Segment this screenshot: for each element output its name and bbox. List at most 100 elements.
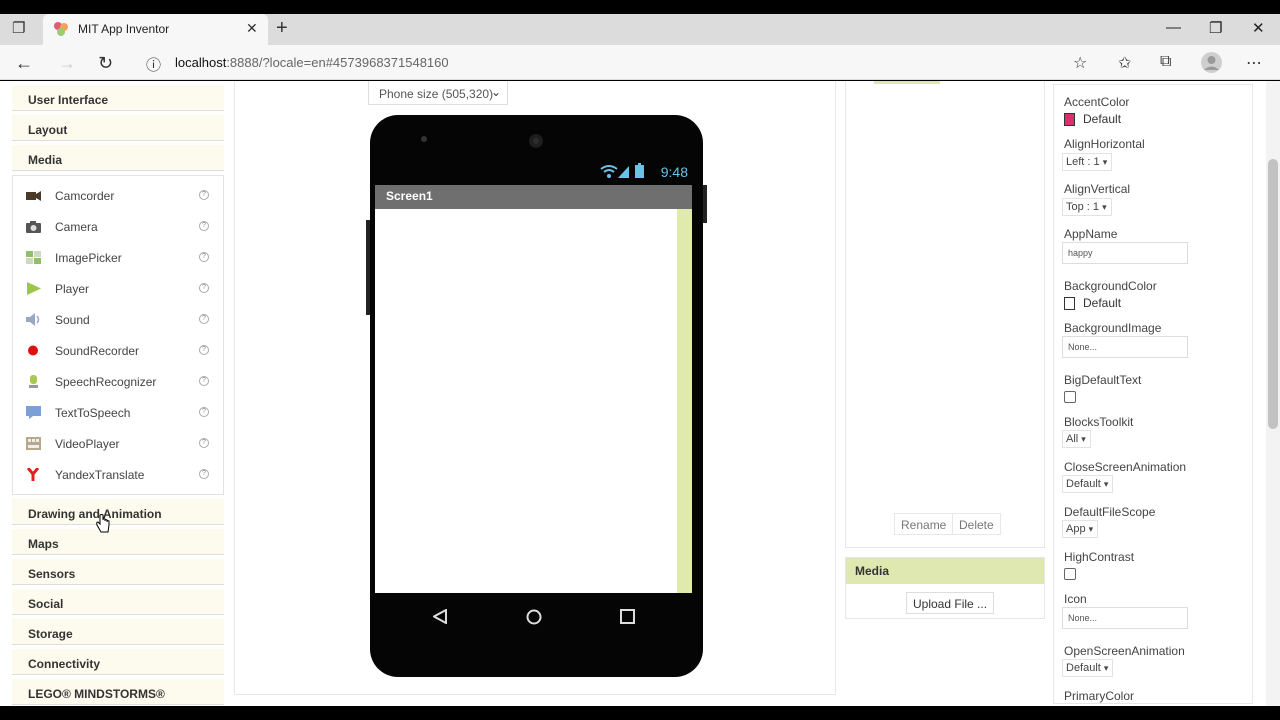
palette-category-social[interactable]: Social <box>12 589 224 615</box>
prop-primarycolor-label: PrimaryColor <box>1064 689 1135 703</box>
help-icon[interactable]: ? <box>199 438 209 448</box>
palette-item-soundrecorder[interactable]: SoundRecorder ? <box>13 335 223 366</box>
palette-item-yandextranslate[interactable]: YandexTranslate ? <box>13 459 223 490</box>
prop-accentcolor-value[interactable]: Default <box>1064 112 1121 127</box>
favorites-icon[interactable]: ✩ <box>1118 53 1131 73</box>
palette-category-storage[interactable]: Storage <box>12 619 224 645</box>
palette-item-imagepicker[interactable]: ImagePicker ? <box>13 242 223 273</box>
window-close-button[interactable]: ✕ <box>1252 19 1265 37</box>
prop-defaultfilescope-value: App <box>1066 523 1086 535</box>
palette-category-media[interactable]: Media <box>12 145 224 171</box>
player-icon <box>27 282 41 295</box>
back-arrow-icon[interactable]: ← <box>15 53 33 74</box>
prop-backgroundcolor-value[interactable]: Default <box>1064 296 1122 311</box>
prop-alignhorizontal-value: Left : 1 <box>1066 156 1100 168</box>
delete-button[interactable]: Delete <box>952 513 1001 535</box>
palette-item-texttospeech[interactable]: TextToSpeech ? <box>13 397 223 428</box>
prop-bigdefaulttext-checkbox[interactable] <box>1064 391 1076 403</box>
recents-square-icon <box>620 609 635 624</box>
prop-icon-input[interactable]: None... <box>1062 607 1188 629</box>
phone-nav-bar <box>375 593 692 639</box>
upload-file-button[interactable]: Upload File ... <box>906 592 995 614</box>
prop-alignvertical-select[interactable]: Top : 1 ▾ <box>1062 198 1112 216</box>
help-icon[interactable]: ? <box>199 314 209 324</box>
url-host: localhost <box>175 55 227 70</box>
components-tree-highlight <box>874 81 940 84</box>
palette-category-drawing-and-animation[interactable]: Drawing and Animation <box>12 499 224 525</box>
palette-category-lego-mindstorms[interactable]: LEGO® MINDSTORMS® <box>12 679 224 705</box>
phone-size-select[interactable]: Phone size (505,320) ⌄ <box>368 81 508 105</box>
dropdown-arrow-icon: ▾ <box>1081 434 1086 444</box>
url-path: :8888/?locale=en#4573968371548160 <box>226 55 449 70</box>
profile-avatar-icon[interactable] <box>1201 52 1222 73</box>
help-icon[interactable]: ? <box>199 345 209 355</box>
maximize-button[interactable]: ❐ <box>1209 19 1222 37</box>
tab-close-icon[interactable]: ✕ <box>246 20 258 37</box>
minimize-button[interactable]: — <box>1166 19 1181 36</box>
help-icon[interactable]: ? <box>199 283 209 293</box>
help-icon[interactable]: ? <box>199 252 209 262</box>
palette-item-speechrecognizer[interactable]: SpeechRecognizer ? <box>13 366 223 397</box>
help-icon[interactable]: ? <box>199 407 209 417</box>
url-field[interactable]: localhost:8888/?locale=en#45739683715481… <box>175 55 449 70</box>
prop-backgroundimage-input[interactable]: None... <box>1062 336 1188 358</box>
more-options-icon[interactable]: ⋯ <box>1246 53 1262 73</box>
viewer-panel: Phone size (505,320) ⌄ 9:48 Screen1 <box>234 81 836 695</box>
prop-blockstoolkit-value: All <box>1066 433 1079 445</box>
prop-highcontrast-checkbox[interactable] <box>1064 568 1076 580</box>
tab-actions-icon[interactable]: ❐ <box>12 19 25 37</box>
palette-category-user-interface[interactable]: User Interface <box>12 85 224 111</box>
palette-item-label: Player <box>55 282 90 296</box>
prop-closescreenanimation-select[interactable]: Default ▾ <box>1062 475 1114 493</box>
phone-side-button <box>703 185 707 223</box>
help-icon[interactable]: ? <box>199 376 209 386</box>
prop-appname-input[interactable]: happy <box>1062 242 1188 264</box>
palette-item-player[interactable]: Player ? <box>13 273 223 304</box>
prop-appname-label: AppName <box>1064 227 1118 241</box>
help-icon[interactable]: ? <box>199 221 209 231</box>
palette-item-label: VideoPlayer <box>55 437 120 451</box>
prop-defaultfilescope-select[interactable]: App ▾ <box>1062 520 1099 538</box>
page-scrollbar-thumb[interactable] <box>1268 159 1278 429</box>
favorite-add-icon[interactable]: ☆ <box>1073 53 1087 73</box>
back-triangle-icon <box>433 609 447 624</box>
prop-alignhorizontal-select[interactable]: Left : 1 ▾ <box>1062 153 1113 171</box>
page-scrollbar[interactable] <box>1266 81 1280 706</box>
help-icon[interactable]: ? <box>199 190 209 200</box>
info-icon[interactable]: ⓘ <box>146 54 161 75</box>
browser-tab-bar: ❐ MIT App Inventor ✕ + — ❐ ✕ <box>0 14 1280 45</box>
help-icon[interactable]: ? <box>199 469 209 479</box>
home-circle-icon <box>526 609 542 625</box>
browser-tab[interactable]: MIT App Inventor ✕ <box>43 14 268 45</box>
prop-blockstoolkit-select[interactable]: All ▾ <box>1062 430 1091 448</box>
phone-camera-icon <box>529 134 543 148</box>
battery-icon <box>635 163 644 178</box>
palette-category-layout[interactable]: Layout <box>12 115 224 141</box>
palette-item-sound[interactable]: Sound ? <box>13 304 223 335</box>
collections-icon[interactable]: ⧉ <box>1160 53 1171 71</box>
prop-defaultfilescope-label: DefaultFileScope <box>1064 505 1156 519</box>
palette-category-maps[interactable]: Maps <box>12 529 224 555</box>
background-color-text: Default <box>1083 296 1122 310</box>
new-tab-button[interactable]: + <box>276 17 288 40</box>
speechrecognizer-icon <box>29 375 38 388</box>
dropdown-arrow-icon: ▾ <box>1102 202 1107 212</box>
palette-category-connectivity[interactable]: Connectivity <box>12 649 224 675</box>
palette-item-camcorder[interactable]: Camcorder ? <box>13 180 223 211</box>
media-panel: Media Upload File ... <box>845 557 1045 619</box>
palette-category-sensors[interactable]: Sensors <box>12 559 224 585</box>
palette-item-camera[interactable]: Camera ? <box>13 211 223 242</box>
screen-canvas[interactable] <box>375 209 692 593</box>
palette-item-label: Camcorder <box>55 189 115 203</box>
wifi-signal-icon <box>600 165 629 178</box>
rename-button[interactable]: Rename <box>894 513 954 535</box>
palette-item-videoplayer[interactable]: VideoPlayer ? <box>13 428 223 459</box>
refresh-icon[interactable]: ↻ <box>98 53 113 74</box>
screen-title-bar[interactable]: Screen1 <box>375 185 692 209</box>
prop-closescreenanimation-label: CloseScreenAnimation <box>1064 460 1187 474</box>
prop-highcontrast-label: HighContrast <box>1064 550 1135 564</box>
prop-openscreenanimation-value: Default <box>1066 662 1101 674</box>
prop-openscreenanimation-select[interactable]: Default ▾ <box>1062 659 1114 677</box>
forward-arrow-icon[interactable]: → <box>58 53 76 74</box>
palette-item-label: Camera <box>55 220 98 234</box>
